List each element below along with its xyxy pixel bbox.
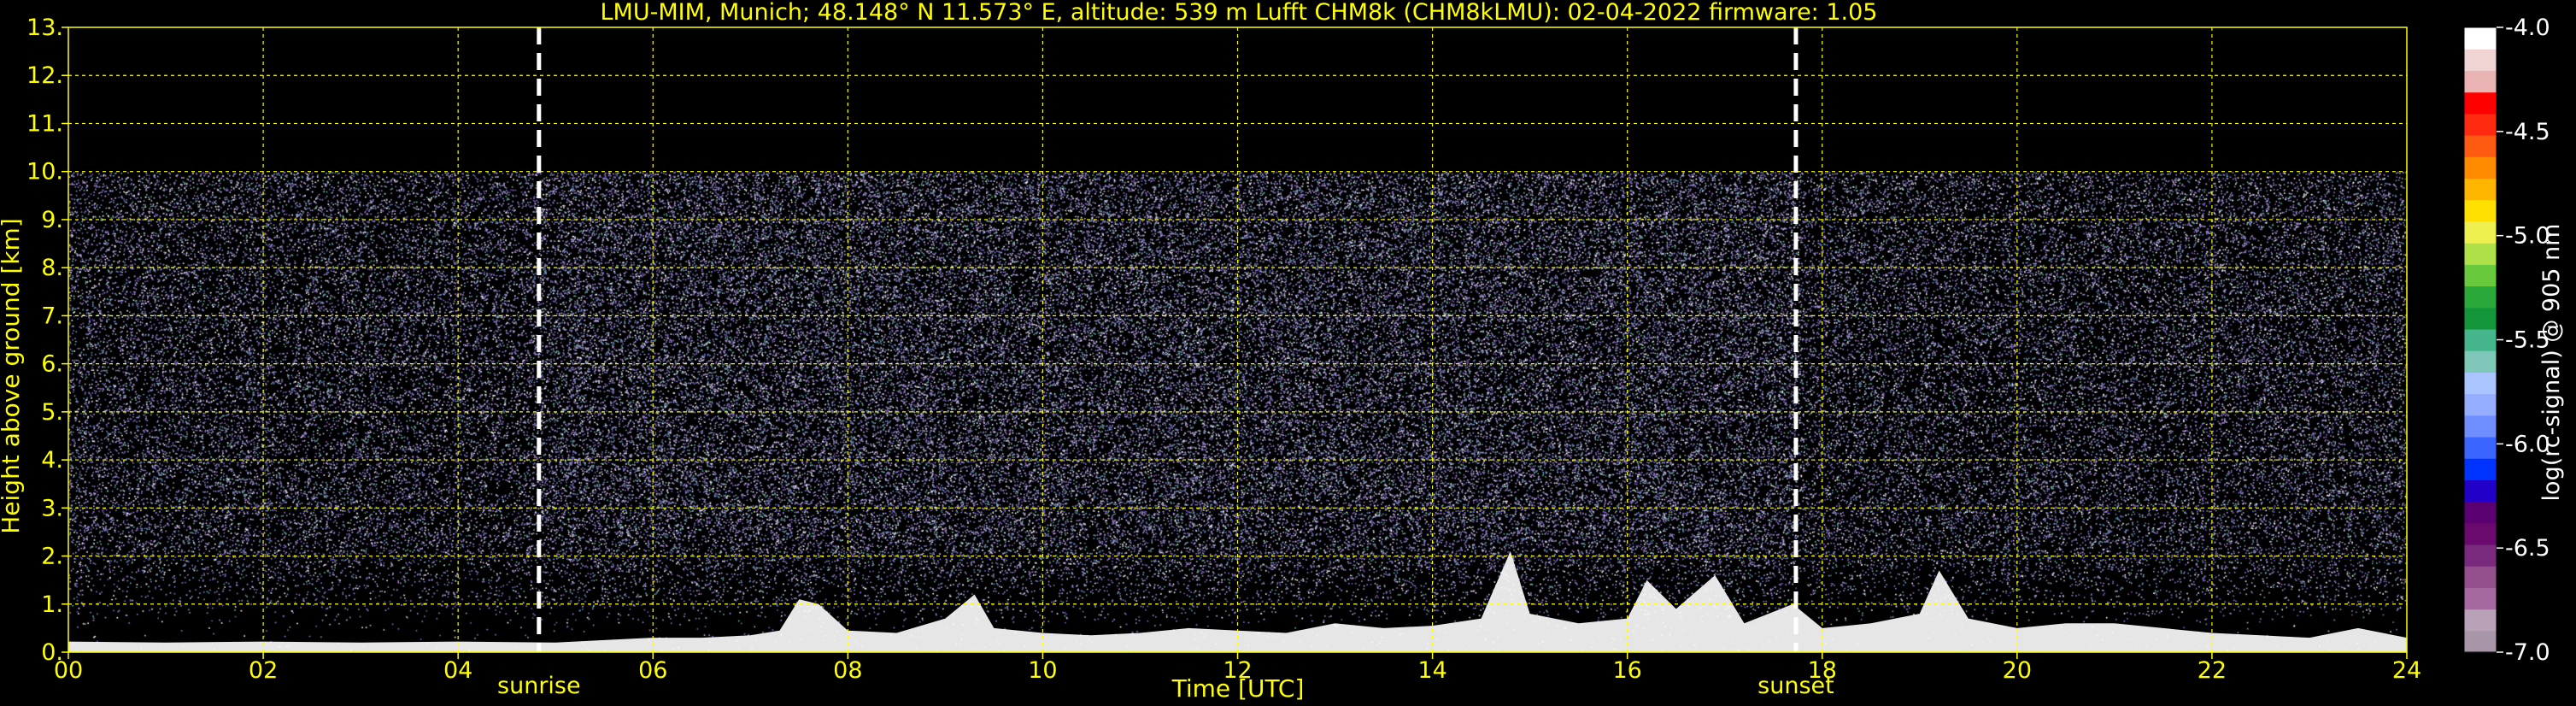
y-tick-label: 5. (41, 399, 63, 426)
colorbar-segment (2464, 135, 2497, 157)
colorbar-tick-label: -6.5 (2505, 535, 2550, 562)
colorbar-tick-label: -7.0 (2505, 639, 2550, 666)
colorbar-segment (2464, 199, 2497, 222)
colorbar-segment (2464, 178, 2497, 201)
colorbar-segment (2464, 436, 2497, 459)
colorbar-segment (2464, 307, 2497, 330)
colorbar-segment (2464, 566, 2497, 588)
colorbar-segment (2464, 91, 2497, 115)
ceilometer-chart: LMU-MIM, Munich; 48.148° N 11.573° E, al… (0, 0, 2576, 706)
y-tick-label: 0. (41, 639, 63, 666)
colorbar-segment (2464, 221, 2497, 244)
chart-title: LMU-MIM, Munich; 48.148° N 11.573° E, al… (601, 0, 1878, 26)
x-tick-label: 24 (2392, 657, 2421, 684)
colorbar (2463, 26, 2497, 653)
colorbar-segment (2464, 27, 2497, 50)
colorbar-segment (2464, 522, 2497, 545)
x-tick-label: 20 (2003, 657, 2032, 684)
event-label-sunrise: sunrise (497, 673, 581, 699)
colorbar-segment (2464, 70, 2497, 93)
x-tick-label: 16 (1612, 657, 1641, 684)
x-tick-label: 08 (833, 657, 862, 684)
colorbar-label: log(rc-signal) @ 905 nm (2538, 224, 2565, 502)
x-tick-label: 14 (1417, 657, 1446, 684)
colorbar-segment (2464, 501, 2497, 524)
x-tick-label: 18 (1808, 657, 1837, 684)
colorbar-segment (2464, 630, 2497, 653)
x-tick-label: 02 (249, 657, 278, 684)
colorbar-tick-label: -4.5 (2505, 119, 2550, 145)
y-tick-label: 4. (41, 447, 63, 474)
x-tick-label: 04 (443, 657, 472, 684)
x-axis-label: Time [UTC] (1171, 674, 1305, 703)
colorbar-segment (2464, 243, 2497, 265)
y-tick-label: 3. (41, 495, 63, 521)
colorbar-segment (2464, 328, 2497, 351)
y-tick-label: 13. (26, 15, 63, 41)
y-tick-label: 7. (41, 303, 63, 329)
colorbar-segment (2464, 479, 2497, 503)
y-tick-label: 2. (41, 544, 63, 570)
y-tick-label: 1. (41, 591, 63, 618)
colorbar-segment (2464, 350, 2497, 373)
colorbar-segment (2464, 285, 2497, 309)
colorbar-segment (2464, 415, 2497, 438)
y-tick-label: 6. (41, 351, 63, 378)
x-tick-label: 06 (638, 657, 667, 684)
colorbar-segment (2464, 609, 2497, 632)
x-tick-label: 10 (1028, 657, 1057, 684)
colorbar-segment (2464, 372, 2497, 395)
plot-area: sunrise sunset (67, 26, 2408, 699)
colorbar-tick-label: -4.0 (2505, 15, 2550, 41)
y-axis-label: Height above ground [km] (0, 218, 25, 534)
colorbar-segment (2464, 393, 2497, 416)
colorbar-segment (2464, 264, 2497, 287)
colorbar-segment (2464, 49, 2497, 72)
colorbar-segment (2464, 544, 2497, 567)
y-tick-label: 8. (41, 255, 63, 281)
colorbar-segment (2464, 458, 2497, 480)
x-tick-label: 22 (2198, 657, 2227, 684)
y-tick-label: 11. (26, 110, 63, 137)
y-tick-label: 10. (26, 159, 63, 185)
colorbar-segment (2464, 113, 2497, 136)
y-tick-label: 9. (41, 207, 63, 233)
colorbar-segment (2464, 587, 2497, 610)
colorbar-segment (2464, 156, 2497, 179)
y-tick-label: 12. (26, 62, 63, 89)
